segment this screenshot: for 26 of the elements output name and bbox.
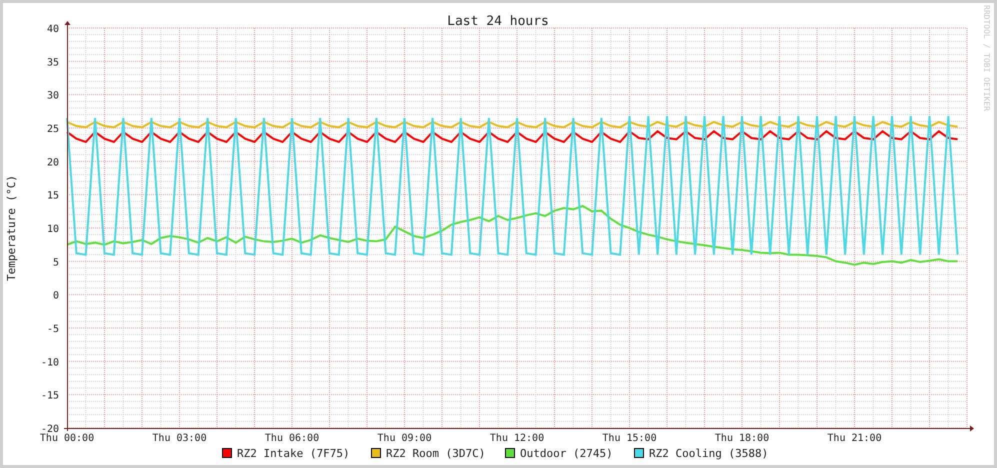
x-tick-label: Thu 12:00 xyxy=(490,433,544,444)
y-tick-label: 0 xyxy=(52,290,59,302)
y-tick-label: 5 xyxy=(52,257,59,268)
y-tick-label: 25 xyxy=(46,124,59,135)
y-tick-label: 40 xyxy=(46,24,59,35)
legend-label: RZ2 Intake (7F75) xyxy=(237,447,350,460)
legend-label: RZ2 Cooling (3588) xyxy=(649,447,768,460)
x-tick-label: Thu 06:00 xyxy=(264,433,320,444)
y-tick-label: 30 xyxy=(46,90,59,102)
x-tick-label: Thu 00:00 xyxy=(40,433,94,444)
x-tick-label: Thu 18:00 xyxy=(714,433,770,444)
legend-label: Outdoor (2745) xyxy=(520,447,613,460)
y-tick-label: -5 xyxy=(46,324,59,335)
x-tick-label: Thu 03:00 xyxy=(152,433,207,444)
y-axis-label: Temperature (°C) xyxy=(5,175,18,281)
y-tick-label: 35 xyxy=(46,57,59,68)
x-tick-label: Thu 09:00 xyxy=(377,433,432,444)
legend-label: RZ2 Room (3D7C) xyxy=(386,447,486,460)
y-tick-label: -10 xyxy=(40,357,59,368)
y-tick-label: -15 xyxy=(40,390,59,402)
y-tick-label: 10 xyxy=(46,224,59,235)
x-tick-label: Thu 15:00 xyxy=(602,433,657,444)
y-tick-label: 20 xyxy=(46,157,59,168)
x-tick-label: Thu 21:00 xyxy=(827,433,882,444)
chart-title: Last 24 hours xyxy=(447,14,549,29)
y-tick-label: 15 xyxy=(46,190,59,202)
